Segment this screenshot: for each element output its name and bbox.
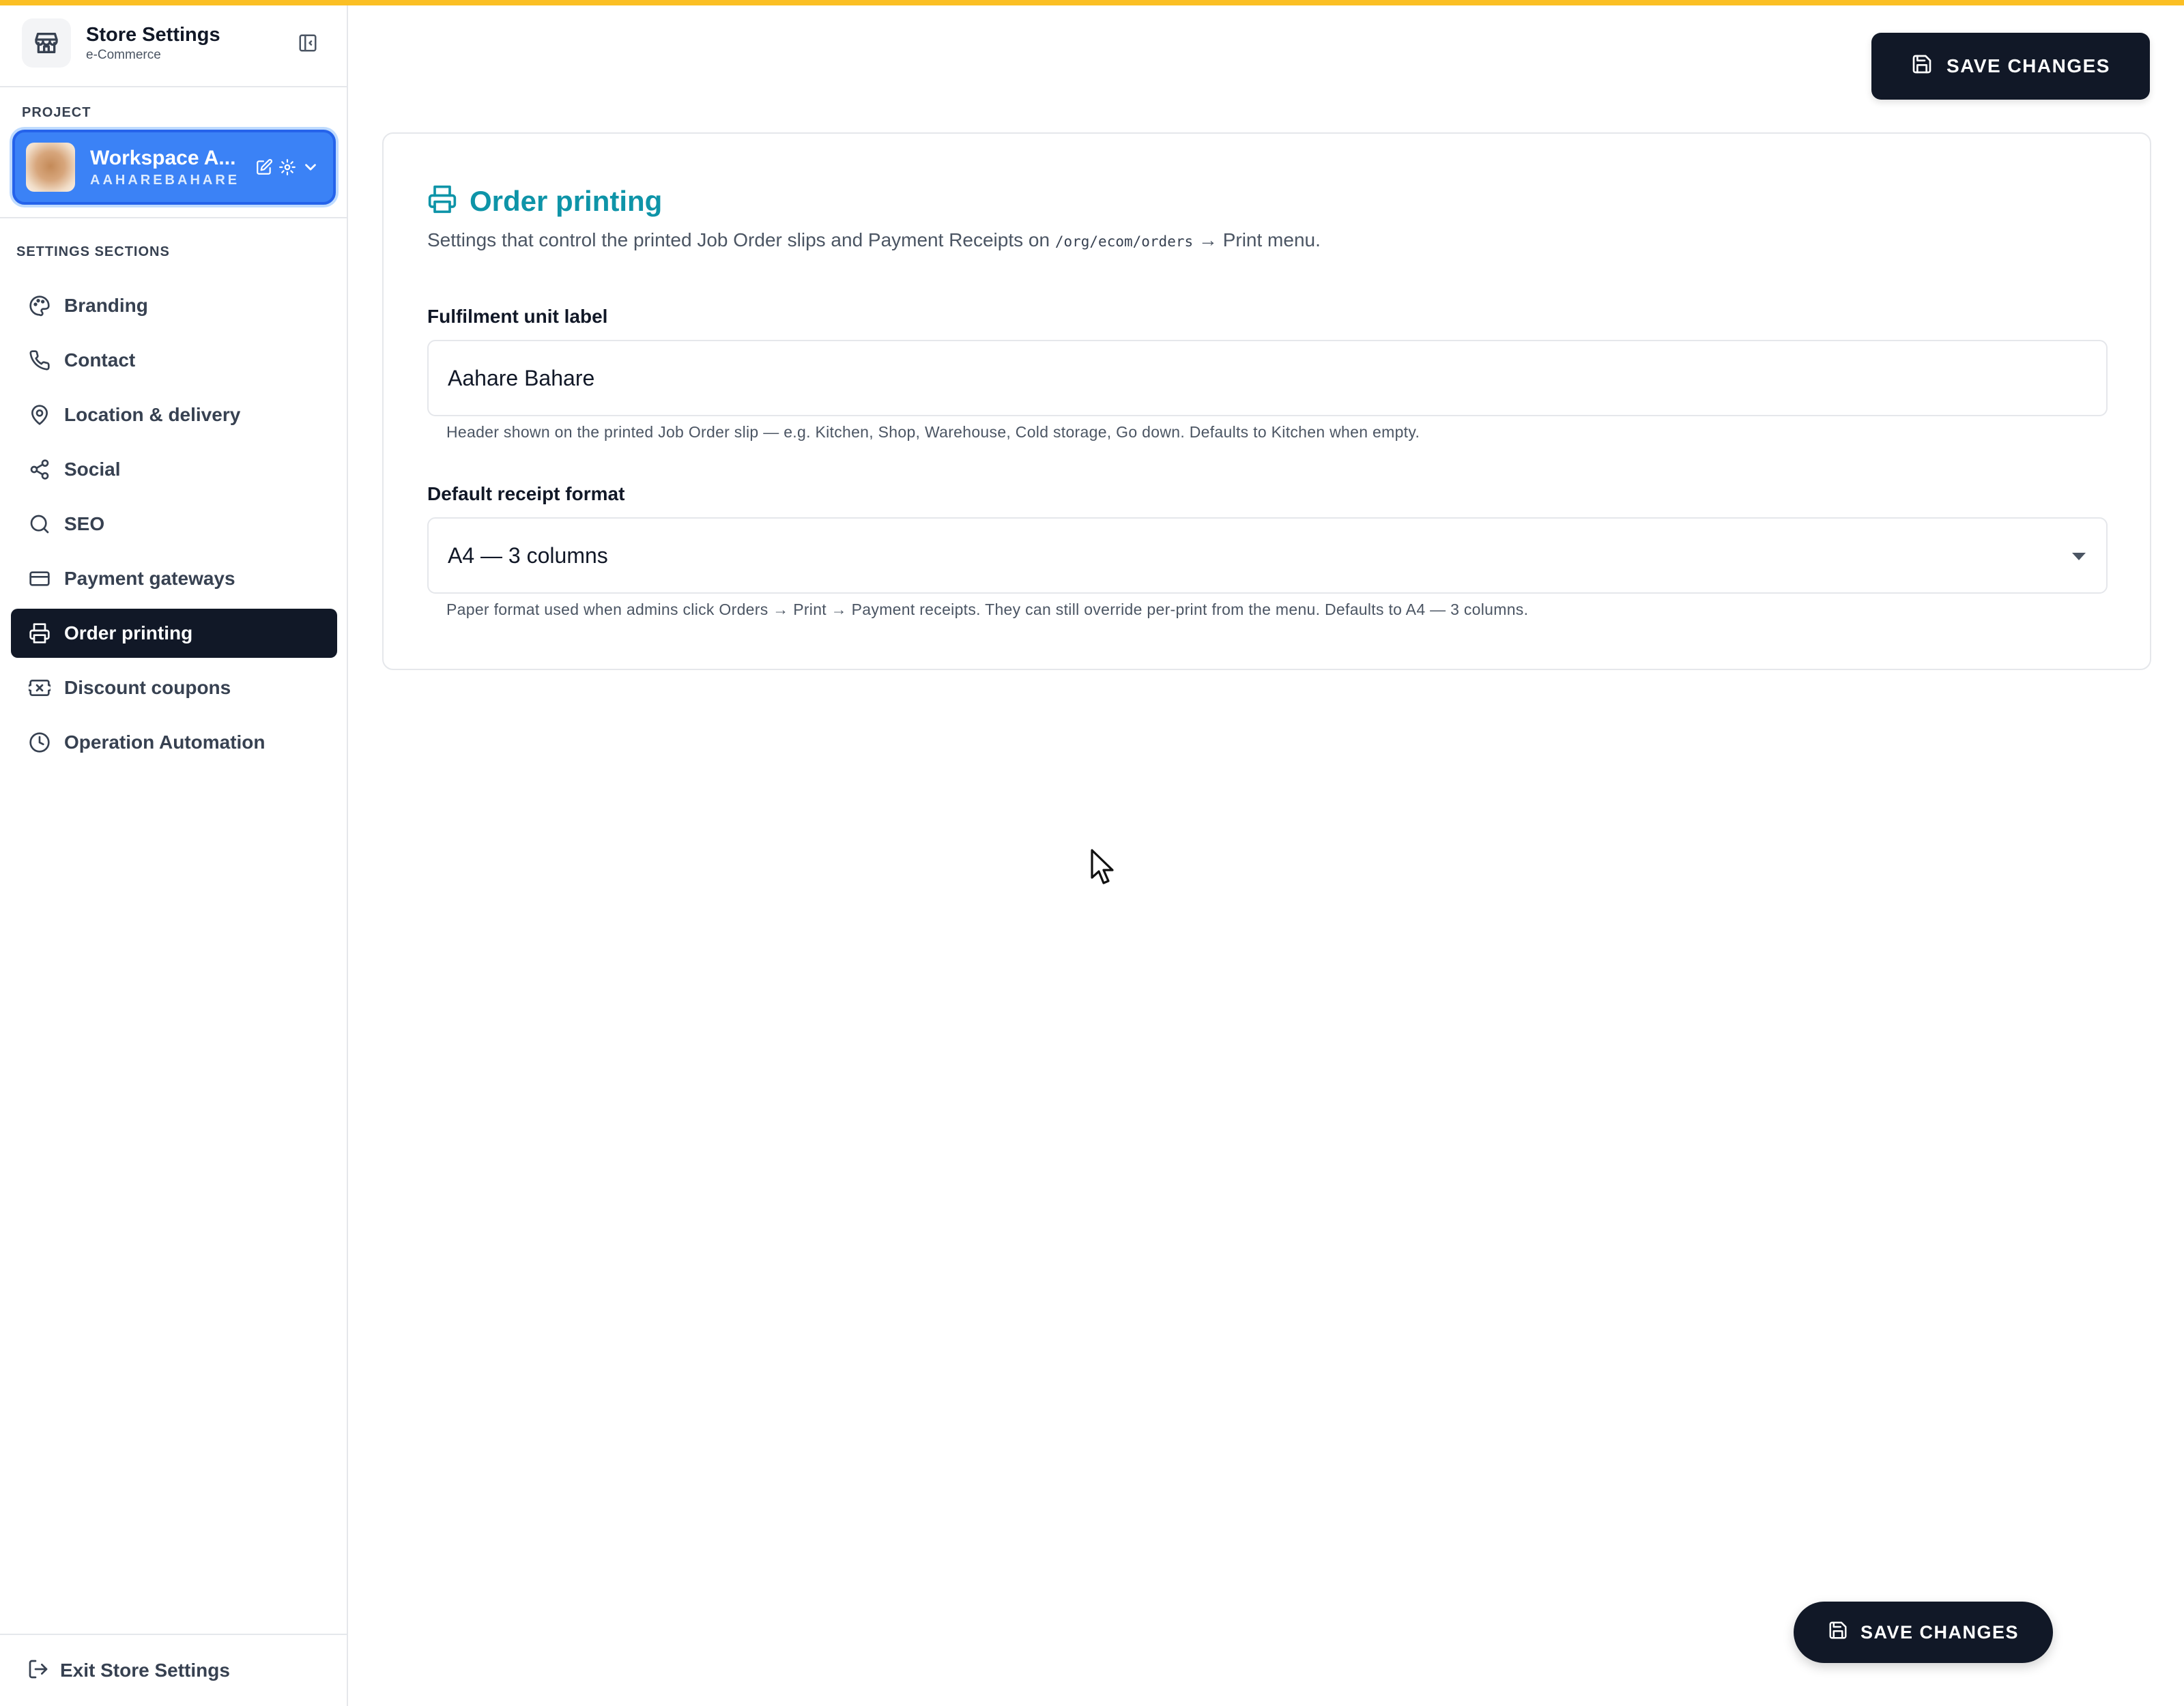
sidebar-subtitle: e-Commerce bbox=[86, 47, 161, 62]
phone-icon bbox=[27, 348, 52, 373]
save-changes-label: SAVE CHANGES bbox=[1946, 55, 2110, 76]
project-avatar bbox=[26, 143, 75, 192]
credit-card-icon bbox=[27, 566, 52, 591]
search-icon bbox=[27, 512, 52, 536]
save-icon bbox=[1828, 1620, 1848, 1645]
log-out-icon bbox=[27, 1658, 49, 1683]
sidebar-item-location-delivery[interactable]: Location & delivery bbox=[11, 390, 337, 439]
top-accent-bar bbox=[0, 0, 2184, 5]
chevron-down-icon[interactable] bbox=[302, 158, 319, 176]
order-printing-card: Order printing Settings that control the… bbox=[382, 132, 2151, 670]
mouse-cursor-icon bbox=[1091, 849, 1118, 891]
save-icon bbox=[1911, 53, 1933, 80]
project-label: PROJECT bbox=[22, 105, 91, 120]
printer-icon bbox=[427, 184, 457, 218]
floating-save-changes-button[interactable]: SAVE CHANGES bbox=[1794, 1602, 2053, 1663]
floating-save-label: SAVE CHANGES bbox=[1860, 1621, 2020, 1643]
palette-icon bbox=[27, 293, 52, 318]
receipt-format-label: Default receipt format bbox=[427, 483, 625, 504]
collapse-sidebar-icon[interactable] bbox=[296, 31, 319, 55]
caret-down-icon bbox=[2072, 553, 2086, 560]
store-icon bbox=[22, 18, 71, 68]
sidebar-item-label: Order printing bbox=[64, 622, 193, 644]
description-text-end: → Print menu. bbox=[1193, 229, 1321, 250]
sidebar-item-contact[interactable]: Contact bbox=[11, 336, 337, 385]
sidebar-item-operation-automation[interactable]: Operation Automation bbox=[11, 718, 337, 767]
printer-icon bbox=[27, 621, 52, 646]
sidebar-item-social[interactable]: Social bbox=[11, 445, 337, 494]
map-pin-icon bbox=[27, 403, 52, 427]
sidebar: Store Settings e-Commerce PROJECT Worksp… bbox=[0, 0, 348, 1706]
sidebar-item-label: SEO bbox=[64, 513, 105, 534]
project-slug: AAHAREBAHARE bbox=[90, 172, 240, 188]
sidebar-item-label: Discount coupons bbox=[64, 677, 231, 698]
sidebar-item-discount-coupons[interactable]: Discount coupons bbox=[11, 663, 337, 712]
receipt-format-select[interactable]: A4 — 3 columns bbox=[427, 517, 2108, 594]
sidebar-item-seo[interactable]: SEO bbox=[11, 500, 337, 549]
description-text: Settings that control the printed Job Or… bbox=[427, 229, 1055, 250]
share-icon bbox=[27, 457, 52, 482]
sidebar-title: Store Settings bbox=[86, 23, 220, 46]
exit-store-settings[interactable]: Exit Store Settings bbox=[0, 1634, 347, 1706]
settings-sections-label: SETTINGS SECTIONS bbox=[16, 244, 170, 259]
sidebar-item-label: Location & delivery bbox=[64, 404, 241, 425]
sidebar-item-payment-gateways[interactable]: Payment gateways bbox=[11, 554, 337, 603]
project-name: Workspace A... bbox=[90, 146, 236, 169]
fulfilment-help-text: Header shown on the printed Job Order sl… bbox=[446, 423, 1420, 441]
sidebar-header: Store Settings e-Commerce bbox=[0, 0, 347, 87]
project-switcher[interactable]: Workspace A... AAHAREBAHARE bbox=[12, 130, 336, 205]
sidebar-item-label: Social bbox=[64, 459, 121, 480]
sidebar-item-label: Contact bbox=[64, 349, 136, 371]
sidebar-item-branding[interactable]: Branding bbox=[11, 281, 337, 330]
sidebar-item-order-printing[interactable]: Order printing bbox=[11, 609, 337, 658]
page-title: Order printing bbox=[470, 184, 663, 217]
fulfilment-unit-label: Fulfilment unit label bbox=[427, 306, 608, 327]
gear-icon[interactable] bbox=[278, 158, 296, 176]
section-description: Settings that control the printed Job Or… bbox=[427, 229, 1321, 251]
orders-route-code: /org/ecom/orders bbox=[1054, 233, 1194, 250]
receipt-format-help-text: Paper format used when admins click Orde… bbox=[446, 601, 1529, 618]
exit-label: Exit Store Settings bbox=[60, 1660, 230, 1681]
receipt-format-value: A4 — 3 columns bbox=[448, 543, 608, 568]
fulfilment-unit-input[interactable]: Aahare Bahare bbox=[427, 340, 2108, 416]
settings-nav: Branding Contact Location & delivery Soc… bbox=[11, 281, 337, 772]
sidebar-item-label: Payment gateways bbox=[64, 568, 235, 589]
sidebar-item-label: Operation Automation bbox=[64, 732, 265, 753]
save-changes-button[interactable]: SAVE CHANGES bbox=[1871, 33, 2150, 100]
ticket-icon bbox=[27, 676, 52, 700]
edit-icon[interactable] bbox=[255, 158, 273, 176]
sidebar-divider bbox=[0, 217, 347, 218]
sidebar-item-label: Branding bbox=[64, 295, 148, 316]
clock-icon bbox=[27, 730, 52, 755]
